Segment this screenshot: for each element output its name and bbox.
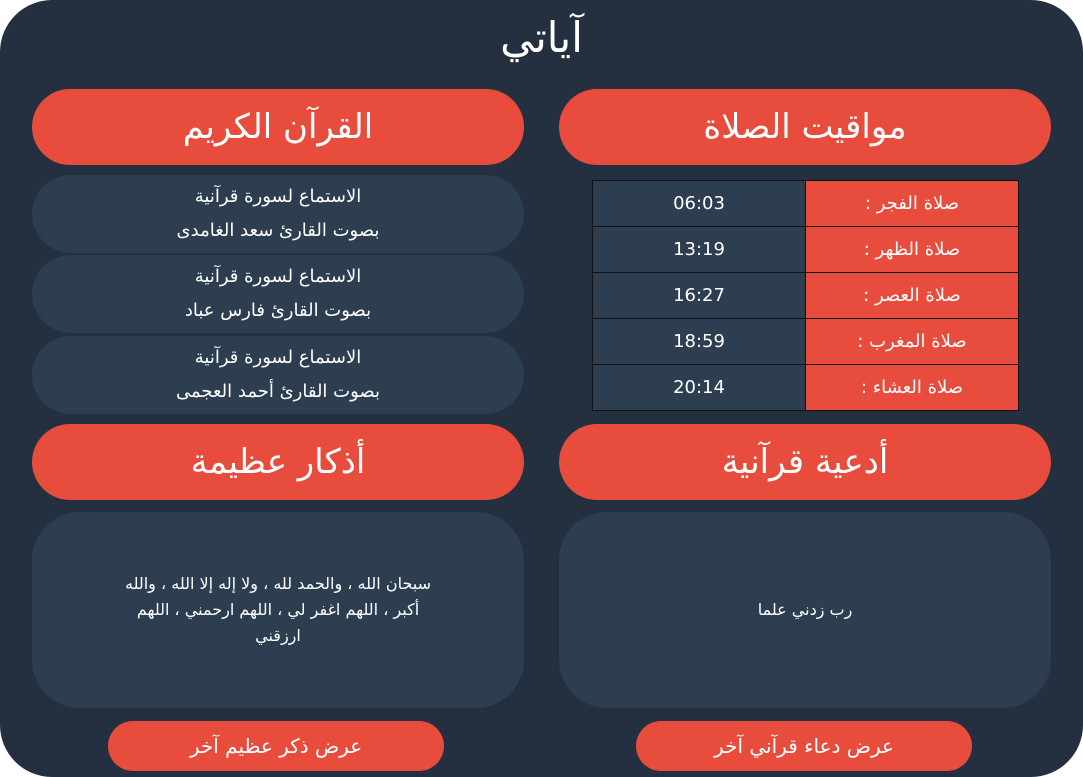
prayer-name-dhuhr: صلاة الظهر : xyxy=(805,226,1019,273)
prayer-time-maghrib: 18:59 xyxy=(592,318,806,365)
prayer-time-fajr: 06:03 xyxy=(592,180,806,227)
prayer-times-header: مواقيت الصلاة xyxy=(559,89,1051,165)
dua-card: رب زدني علما xyxy=(559,512,1051,708)
prayer-name-asr: صلاة العصر : xyxy=(805,272,1019,319)
show-another-dhikr-button[interactable]: عرض ذكر عظيم آخر xyxy=(108,721,444,771)
reciter-line1: الاستماع لسورة قرآنية xyxy=(194,266,362,287)
prayer-name-maghrib: صلاة المغرب : xyxy=(805,318,1019,365)
reciter-item-fares-abbad[interactable]: الاستماع لسورة قرآنية بصوت القارئ فارس ع… xyxy=(32,255,524,333)
reciter-line1: الاستماع لسورة قرآنية xyxy=(194,186,362,207)
table-row: صلاة الظهر : 13:19 xyxy=(592,226,1019,273)
reciter-item-saad-alghamdi[interactable]: الاستماع لسورة قرآنية بصوت القارئ سعد ال… xyxy=(32,175,524,253)
prayer-time-isha: 20:14 xyxy=(592,364,806,411)
show-another-dua-button[interactable]: عرض دعاء قرآني آخر xyxy=(636,721,972,771)
quran-section-header: القرآن الكريم xyxy=(32,89,524,165)
prayer-times-table: صلاة الفجر : 06:03 صلاة الظهر : 13:19 صل… xyxy=(592,180,1019,411)
reciter-line2: بصوت القارئ فارس عباد xyxy=(184,300,372,321)
reciter-line1: الاستماع لسورة قرآنية xyxy=(194,347,362,368)
reciter-item-ahmad-alajmi[interactable]: الاستماع لسورة قرآنية بصوت القارئ أحمد ا… xyxy=(32,336,524,414)
prayer-name-fajr: صلاة الفجر : xyxy=(805,180,1019,227)
prayer-time-dhuhr: 13:19 xyxy=(592,226,806,273)
page-title: آياتي xyxy=(500,13,583,62)
table-row: صلاة العشاء : 20:14 xyxy=(592,364,1019,411)
reciter-line2: بصوت القارئ سعد الغامدى xyxy=(176,220,380,241)
prayer-name-isha: صلاة العشاء : xyxy=(805,364,1019,411)
adhkar-text: سبحان الله ، والحمد لله ، ولا إله إلا ال… xyxy=(124,574,432,645)
dua-text: رب زدني علما xyxy=(757,600,853,619)
app-window: آياتي القرآن الكريم الاستماع لسورة قرآني… xyxy=(0,0,1083,777)
table-row: صلاة الفجر : 06:03 xyxy=(592,180,1019,227)
table-row: صلاة المغرب : 18:59 xyxy=(592,318,1019,365)
duas-section-header: أدعية قرآنية xyxy=(559,424,1051,500)
prayer-time-asr: 16:27 xyxy=(592,272,806,319)
adhkar-card: سبحان الله ، والحمد لله ، ولا إله إلا ال… xyxy=(32,512,524,708)
reciter-line2: بصوت القارئ أحمد العجمى xyxy=(175,381,381,402)
adhkar-section-header: أذكار عظيمة xyxy=(32,424,524,500)
table-row: صلاة العصر : 16:27 xyxy=(592,272,1019,319)
